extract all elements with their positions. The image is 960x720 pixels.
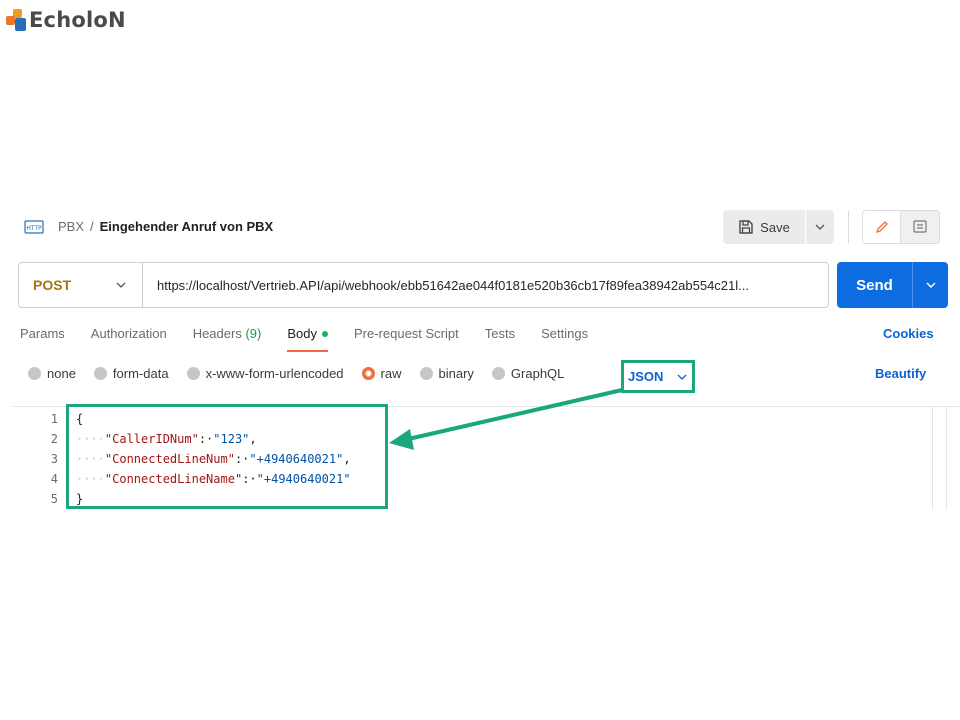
body-type-form-data-label: form-data <box>112 366 169 381</box>
logo-mark-icon <box>6 9 26 31</box>
breadcrumb: PBX / Eingehender Anruf von PBX <box>58 219 273 234</box>
body-type-graphql[interactable]: GraphQL <box>491 366 565 381</box>
radio-raw[interactable] <box>361 367 375 380</box>
body-type-urlencoded-label: x-www-form-urlencoded <box>205 366 344 381</box>
line-number: 4 <box>50 472 58 486</box>
editor-scrollbar[interactable] <box>932 407 947 510</box>
logo-text: EcholoN <box>29 8 126 32</box>
http-request-icon: HTTP <box>24 220 44 234</box>
save-dropdown-button[interactable] <box>806 210 834 244</box>
chevron-down-icon <box>116 282 126 288</box>
url-bar: POST https://localhost/Vertrieb.API/api/… <box>18 262 829 308</box>
svg-text:HTTP: HTTP <box>26 225 42 232</box>
radio-graphql[interactable] <box>491 367 505 380</box>
body-type-form-data[interactable]: form-data <box>93 366 169 381</box>
url-input[interactable]: https://localhost/Vertrieb.API/api/webho… <box>143 278 823 293</box>
tab-pre-request-script[interactable]: Pre-request Script <box>354 326 459 354</box>
save-button[interactable]: Save <box>723 210 805 244</box>
body-type-none-label: none <box>47 366 76 381</box>
body-type-selector: none form-data x-www-form-urlencoded raw… <box>28 366 582 381</box>
save-label: Save <box>760 219 790 235</box>
method-label: POST <box>33 277 72 293</box>
send-button[interactable]: Send <box>837 277 912 294</box>
tab-params[interactable]: Params <box>20 326 65 354</box>
chevron-down-icon <box>677 374 687 380</box>
view-toggle-group <box>862 210 940 244</box>
tab-authorization[interactable]: Authorization <box>91 326 167 354</box>
save-icon <box>739 220 753 234</box>
method-select[interactable]: POST <box>19 263 143 307</box>
code-highlight-box <box>66 404 388 509</box>
document-icon <box>913 220 927 233</box>
line-number: 2 <box>50 432 58 446</box>
body-type-graphql-label: GraphQL <box>510 366 565 381</box>
pencil-icon <box>875 221 888 234</box>
send-dropdown-button[interactable] <box>913 262 948 308</box>
header-divider <box>848 211 849 243</box>
edit-button[interactable] <box>863 211 901 243</box>
line-number: 5 <box>50 492 58 506</box>
line-number: 1 <box>50 412 58 426</box>
breadcrumb-parent[interactable]: PBX <box>58 219 84 234</box>
echolon-logo: EcholoN <box>6 6 126 34</box>
documentation-button[interactable] <box>901 211 939 243</box>
tab-tests[interactable]: Tests <box>485 326 515 354</box>
tab-headers[interactable]: Headers (9) <box>193 326 262 354</box>
radio-form-data[interactable] <box>93 367 107 380</box>
format-dropdown[interactable]: JSON <box>621 360 695 393</box>
body-type-raw-label: raw <box>380 366 402 381</box>
body-type-binary-label: binary <box>438 366 474 381</box>
body-type-urlencoded[interactable]: x-www-form-urlencoded <box>186 366 344 381</box>
send-group: Send <box>837 262 948 308</box>
line-number: 3 <box>50 452 58 466</box>
body-type-raw[interactable]: raw <box>361 366 402 381</box>
beautify-button[interactable]: Beautify <box>875 366 926 381</box>
tab-headers-label: Headers <box>192 326 242 341</box>
tab-body-label: Body <box>287 326 317 341</box>
format-label: JSON <box>628 369 664 384</box>
tab-settings[interactable]: Settings <box>541 326 588 354</box>
radio-none[interactable] <box>28 367 41 380</box>
chevron-down-icon <box>815 224 825 230</box>
tab-body[interactable]: Body <box>287 326 328 354</box>
breadcrumb-separator: / <box>90 219 94 234</box>
cookies-link[interactable]: Cookies <box>883 326 934 341</box>
request-tabs: Params Authorization Headers (9) Body Pr… <box>20 326 614 354</box>
line-numbers: 1 2 3 4 5 <box>38 409 58 509</box>
chevron-down-icon <box>926 282 935 288</box>
request-title[interactable]: Eingehender Anruf von PBX <box>100 219 274 234</box>
body-type-binary[interactable]: binary <box>419 366 474 381</box>
radio-binary[interactable] <box>419 367 433 380</box>
save-group: Save <box>723 210 834 244</box>
postman-request-panel: HTTP PBX / Eingehender Anruf von PBX Sav… <box>12 205 960 510</box>
body-type-none[interactable]: none <box>28 366 76 381</box>
radio-urlencoded[interactable] <box>186 367 200 380</box>
body-active-dot <box>321 330 328 337</box>
headers-count-badge: (9) <box>245 326 262 341</box>
